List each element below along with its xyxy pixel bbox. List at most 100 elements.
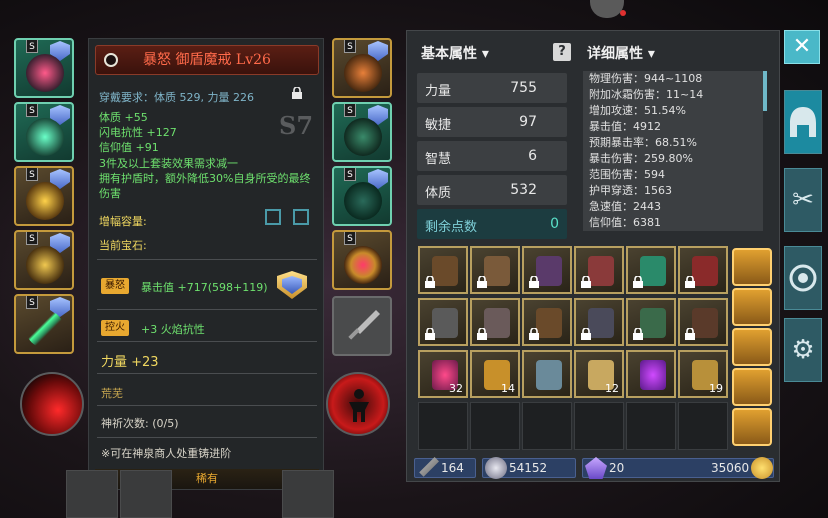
armor-icon bbox=[26, 118, 64, 156]
divider bbox=[97, 309, 317, 310]
inventory-slot[interactable] bbox=[522, 246, 572, 294]
scrollbar[interactable] bbox=[763, 71, 767, 111]
inventory-slot-empty[interactable] bbox=[470, 402, 520, 450]
lock-icon bbox=[685, 276, 695, 288]
tab-equipment[interactable] bbox=[784, 90, 822, 154]
inventory-slot[interactable] bbox=[678, 246, 728, 294]
basic-attrs-header[interactable]: 基本属性 ▾ bbox=[421, 43, 489, 63]
divider bbox=[97, 437, 317, 438]
lock-icon bbox=[477, 276, 487, 288]
detail-attrs-list[interactable]: 物理伤害：944~1108 附加冰霜伤害：11~14 增加攻速：51.54% 暴… bbox=[583, 71, 763, 231]
detail-attr: 范围伤害：594 bbox=[589, 168, 665, 181]
ring-icon bbox=[344, 246, 382, 284]
ore-icon bbox=[485, 457, 507, 479]
wasteland-label: 荒芜 bbox=[101, 387, 123, 400]
capacity-slot[interactable] bbox=[293, 209, 309, 225]
inventory-slot[interactable] bbox=[418, 298, 468, 346]
avatar[interactable] bbox=[590, 0, 624, 18]
equip-slot-weapon[interactable]: S bbox=[14, 294, 74, 354]
weapon-icon bbox=[26, 310, 64, 348]
inventory-slot[interactable] bbox=[522, 298, 572, 346]
help-icon[interactable]: ? bbox=[553, 43, 571, 61]
skill-icon-left[interactable] bbox=[20, 372, 84, 436]
gem-effect: +3 火焰抗性 bbox=[141, 323, 205, 336]
equip-slot-helmet[interactable]: S bbox=[14, 38, 74, 98]
inventory-slot[interactable] bbox=[470, 246, 520, 294]
currency-ore: 54152 bbox=[482, 457, 576, 479]
equip-slot-amulet[interactable]: S bbox=[14, 166, 74, 226]
item-detail-panel: 暴怒 御盾魔戒 Lv26 穿戴要求：体质 529, 力量 226 S7 体质 +… bbox=[88, 38, 324, 490]
equip-slot-necklace[interactable]: S bbox=[332, 38, 392, 98]
inventory-slot[interactable] bbox=[574, 246, 624, 294]
capacity-slot[interactable] bbox=[265, 209, 281, 225]
lock-icon bbox=[581, 328, 591, 340]
inventory-slot-empty[interactable] bbox=[626, 402, 676, 450]
slot-tag: S bbox=[26, 104, 38, 117]
remaining-points: 剩余点数 0 bbox=[417, 209, 567, 239]
slot-tag: S bbox=[344, 168, 356, 181]
target-icon bbox=[789, 264, 817, 292]
lock-icon bbox=[425, 328, 435, 340]
tab-settings[interactable]: ⚙ bbox=[784, 318, 822, 382]
inventory-slot[interactable]: 12 bbox=[574, 350, 624, 398]
inventory-slot[interactable]: 19 bbox=[678, 350, 728, 398]
equip-slot-boots[interactable]: S bbox=[332, 166, 392, 226]
chest-icon[interactable] bbox=[732, 328, 772, 366]
inventory-slot-empty[interactable] bbox=[678, 402, 728, 450]
bottom-slot[interactable] bbox=[282, 470, 334, 518]
item-type-icon bbox=[104, 53, 118, 67]
inventory-slot-empty[interactable] bbox=[522, 402, 572, 450]
equip-slot-armor[interactable]: S bbox=[14, 102, 74, 162]
equip-slot-ring2[interactable]: S bbox=[332, 230, 392, 290]
inventory-slot[interactable] bbox=[418, 246, 468, 294]
detail-attr: 暴击伤害：259.80% bbox=[589, 152, 693, 165]
lock-icon bbox=[477, 328, 487, 340]
bottom-slot[interactable] bbox=[120, 470, 172, 518]
item-count: 12 bbox=[605, 382, 619, 395]
detail-attrs-header[interactable]: 详细属性 ▾ bbox=[587, 43, 655, 63]
inventory-slot[interactable] bbox=[574, 298, 624, 346]
inventory-slot[interactable] bbox=[626, 350, 676, 398]
slot-tag: S bbox=[344, 232, 356, 245]
character-silhouette-icon bbox=[349, 389, 369, 422]
gem-label: 当前宝石: bbox=[99, 239, 147, 252]
stat-row-constitution: 体质 532 bbox=[417, 175, 567, 205]
equip-slot-ring[interactable]: S bbox=[14, 230, 74, 290]
inventory-slot[interactable] bbox=[522, 350, 572, 398]
inventory-slot[interactable] bbox=[626, 298, 676, 346]
detail-attr: 信仰值：6381 bbox=[589, 216, 661, 229]
inventory-slot[interactable]: 32 bbox=[418, 350, 468, 398]
inventory-slot[interactable] bbox=[470, 298, 520, 346]
lock-icon bbox=[633, 276, 643, 288]
tab-skills[interactable]: ✂ bbox=[784, 168, 822, 232]
item-grade: S7 bbox=[279, 111, 314, 140]
equip-slot-gloves[interactable]: S bbox=[332, 102, 392, 162]
chest-icon[interactable] bbox=[732, 368, 772, 406]
slot-tag: S bbox=[26, 168, 38, 181]
sword-icon bbox=[419, 457, 439, 477]
inventory-slot-empty[interactable] bbox=[574, 402, 624, 450]
inventory-slot[interactable] bbox=[678, 298, 728, 346]
divider bbox=[97, 341, 317, 342]
skill-icon-right[interactable] bbox=[326, 372, 390, 436]
lock-icon bbox=[633, 328, 643, 340]
equip-slot-offhand[interactable] bbox=[332, 296, 392, 356]
gem-shield-icon[interactable] bbox=[277, 271, 307, 299]
chest-icon[interactable] bbox=[732, 248, 772, 286]
slot-tag: S bbox=[26, 232, 38, 245]
inventory-slot[interactable] bbox=[626, 246, 676, 294]
bottom-slot[interactable] bbox=[66, 470, 118, 518]
close-button[interactable]: ✕ bbox=[784, 30, 820, 64]
detail-attr: 急速值：2443 bbox=[589, 200, 661, 213]
lock-icon[interactable] bbox=[291, 87, 303, 99]
slot-tag: S bbox=[344, 104, 356, 117]
lock-icon bbox=[685, 328, 695, 340]
tab-target[interactable] bbox=[784, 246, 822, 310]
chest-icon[interactable] bbox=[732, 288, 772, 326]
slot-tag: S bbox=[26, 296, 38, 309]
inventory-slot-empty[interactable] bbox=[418, 402, 468, 450]
divider bbox=[97, 259, 317, 260]
notification-dot bbox=[620, 10, 626, 16]
inventory-slot[interactable]: 14 bbox=[470, 350, 520, 398]
chest-icon[interactable] bbox=[732, 408, 772, 446]
